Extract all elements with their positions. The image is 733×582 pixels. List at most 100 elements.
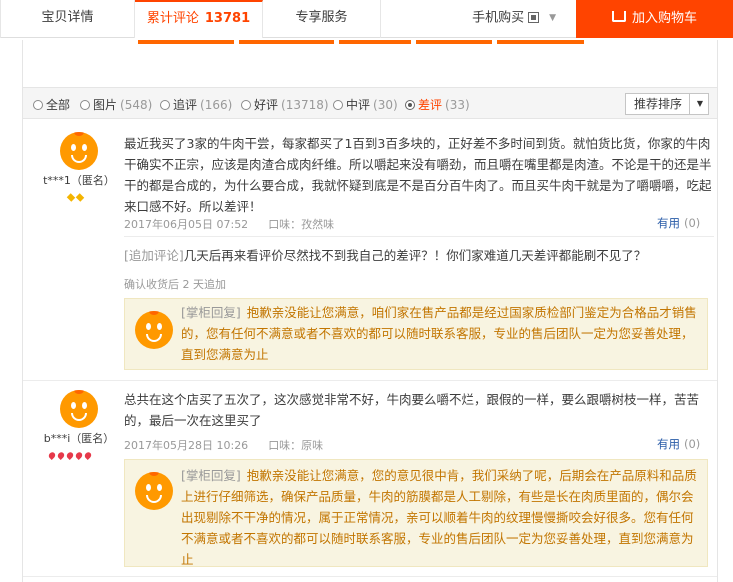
- review-meta: 2017年06月05日 07:52 口味：孜然味: [124, 216, 334, 232]
- review-filter-bar: 全部 图片 (548) 追评 (166) 好评 (13718) 中评 (30) 差评 (3…: [22, 87, 718, 119]
- tab-bar: 宝贝详情 累计评论 13781 专享服务 手机购买 ▼ 加入购物车: [0, 0, 733, 38]
- tab-label: 累计评论: [146, 11, 199, 26]
- seller-reply-text: [掌柜回复] 抱歉亲没能让您满意，咱们家在售产品都是经过国家质检部门鉴定为合格品才…: [181, 302, 705, 365]
- review-date: 2017年06月05日 07:52: [124, 218, 249, 231]
- helpful-button[interactable]: 有用 (0): [657, 215, 700, 231]
- seller-reply: [掌柜回复] 抱歉亲没能让您满意，您的意见很中肯，我们采纳了呢，后期会在产品原料和…: [124, 459, 708, 567]
- filter-neutral[interactable]: 中评 (30): [333, 96, 398, 113]
- mobile-buy-label: 手机购买: [472, 10, 525, 26]
- avatar-eye: [71, 402, 76, 409]
- tab-label: 宝贝详情: [41, 10, 94, 25]
- reviewer-level-badge: [47, 448, 93, 462]
- gold-badge-icon: [66, 193, 76, 202]
- cart-icon: [611, 11, 626, 22]
- avatar-eye: [146, 323, 151, 330]
- radio-icon: [80, 100, 90, 110]
- seller-avatar: [135, 311, 173, 349]
- review-text: 最近我买了3家的牛肉干尝，每家都买了1百到3百多块的，正好差不多时间到货。就怕货…: [124, 136, 712, 214]
- avatar-eye: [82, 144, 87, 151]
- radio-selected-icon: [405, 100, 415, 110]
- heart-badge-icon: [56, 450, 66, 461]
- reviewer-name: b***i（匿名）: [43, 432, 115, 445]
- radio-icon: [160, 100, 170, 110]
- panel-border: [717, 119, 718, 582]
- seller-reply-text: [掌柜回复] 抱歉亲没能让您满意，您的意见很中肯，我们采纳了呢，后期会在产品原料和…: [181, 465, 705, 570]
- followup-review: [追加评论]几天后再来看评价尽然找不到我自己的差评？！你们家难道几天差评都能刷不…: [124, 246, 646, 266]
- radio-icon: [33, 100, 43, 110]
- filter-label: 好评: [254, 98, 279, 112]
- filter-count: (33): [445, 98, 470, 112]
- followup-text: 几天后再来看评价尽然找不到我自己的差评？！你们家难道几天差评都能刷不见了？: [183, 248, 647, 263]
- qr-code-icon: [528, 11, 540, 23]
- chevron-down-icon: ▼: [549, 13, 556, 23]
- tab-reviews[interactable]: 累计评论 13781: [135, 0, 263, 38]
- review-meta: 2017年05月28日 10:26 口味：原味: [124, 437, 323, 453]
- tab-item-details[interactable]: 宝贝详情: [0, 0, 135, 38]
- radio-icon: [333, 100, 343, 110]
- radio-icon: [241, 100, 251, 110]
- review-date: 2017年05月28日 10:26: [124, 439, 249, 452]
- heart-badge-icon: [83, 450, 93, 461]
- filter-negative[interactable]: 差评 (33): [405, 96, 470, 113]
- panel-border: [22, 119, 23, 582]
- filter-images[interactable]: 图片 (548): [80, 96, 152, 113]
- divider: [124, 236, 714, 237]
- filter-positive[interactable]: 好评 (13718): [241, 96, 329, 113]
- avatar-mouth: [71, 155, 87, 163]
- divider: [689, 94, 690, 114]
- divider: [23, 380, 717, 381]
- avatar-tuft: [74, 132, 84, 136]
- followup-meta: 确认收货后 2 天追加: [124, 278, 226, 291]
- avatar-eye: [82, 402, 87, 409]
- filter-count: (30): [373, 98, 398, 112]
- heart-badge-icon: [65, 450, 75, 461]
- review-sku: 口味：孜然味: [268, 218, 335, 231]
- followup-tag: [追加评论]: [124, 248, 184, 263]
- filter-followup[interactable]: 追评 (166): [160, 96, 232, 113]
- avatar-mouth: [71, 413, 87, 421]
- avatar-tuft: [149, 311, 159, 315]
- review-text: 总共在这个店买了五次了，这次感觉非常不好，牛肉要么嚼不烂，跟假的一样，要么跟嚼树…: [124, 392, 700, 428]
- helpful-label: 有用: [657, 437, 680, 451]
- add-to-cart-button[interactable]: 加入购物车: [576, 0, 733, 38]
- filter-count: (13718): [281, 98, 329, 112]
- sort-dropdown[interactable]: 推荐排序 ▼: [625, 93, 709, 115]
- seller-avatar: [135, 472, 173, 510]
- helpful-count: (0): [684, 437, 701, 451]
- gold-badge-icon: [75, 193, 85, 202]
- avatar: [60, 390, 98, 428]
- filter-label: 全部: [46, 98, 71, 112]
- chevron-down-icon: ▼: [696, 99, 703, 108]
- helpful-count: (0): [684, 216, 701, 230]
- reply-tag: [掌柜回复]: [181, 468, 241, 483]
- filter-count: (548): [120, 98, 153, 112]
- helpful-label: 有用: [657, 216, 680, 230]
- review-count: 13781: [204, 11, 251, 26]
- review-sku: 口味：原味: [268, 439, 324, 452]
- sort-label: 推荐排序: [634, 97, 683, 111]
- reply-text: 抱歉亲没能让您满意，您的意见很中肯，我们采纳了呢，后期会在产品原料和品质上进行仔…: [181, 468, 697, 567]
- avatar-eye: [146, 484, 151, 491]
- filter-count: (166): [200, 98, 233, 112]
- avatar-eye: [71, 144, 76, 151]
- avatar-tuft: [149, 472, 159, 476]
- avatar: [60, 132, 98, 170]
- reply-tag: [掌柜回复]: [181, 305, 241, 320]
- add-to-cart-label: 加入购物车: [631, 11, 697, 26]
- mobile-buy-link[interactable]: 手机购买 ▼: [381, 0, 576, 38]
- reviewer-level-badge: [66, 190, 85, 204]
- filter-label: 中评: [346, 98, 371, 112]
- avatar-mouth: [146, 495, 162, 503]
- reviewer-name: t***1（匿名）: [43, 174, 115, 187]
- avatar-tuft: [74, 390, 84, 394]
- avatar-mouth: [146, 334, 162, 342]
- filter-label: 追评: [173, 98, 198, 112]
- tab-label: 专享服务: [295, 10, 348, 25]
- helpful-button[interactable]: 有用 (0): [657, 436, 700, 452]
- seller-reply: [掌柜回复] 抱歉亲没能让您满意，咱们家在售产品都是经过国家质检部门鉴定为合格品才…: [124, 298, 708, 370]
- divider: [23, 576, 717, 577]
- filter-label: 图片: [93, 98, 118, 112]
- tab-service[interactable]: 专享服务: [263, 0, 381, 38]
- filter-all[interactable]: 全部: [33, 96, 70, 113]
- avatar-eye: [157, 484, 162, 491]
